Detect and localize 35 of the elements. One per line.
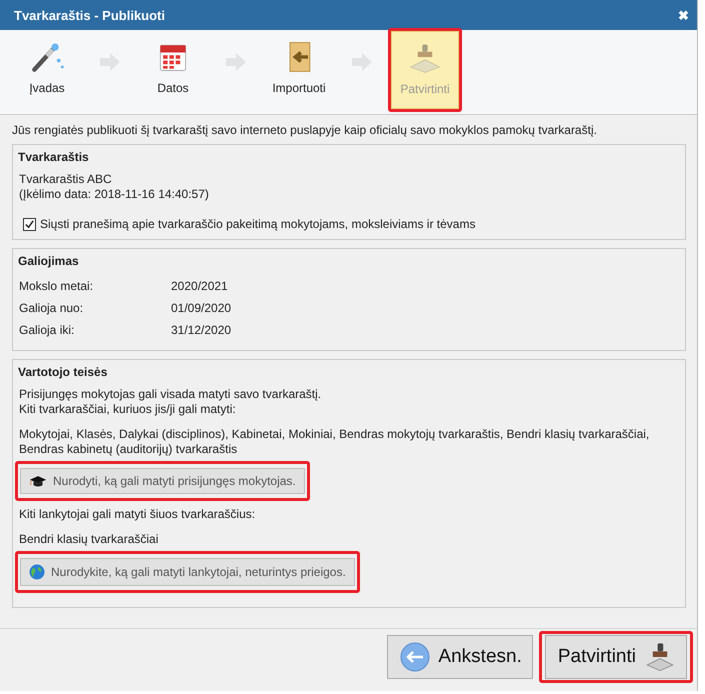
section-heading: Galiojimas [18, 254, 80, 268]
field-label: Galioja nuo: [19, 301, 84, 315]
section-heading: Tvarkaraštis [18, 150, 90, 164]
info-text: Prisijungęs mokytojas gali visada matyti savo tvarkaraštį. [19, 387, 322, 402]
step-label: Importuoti [272, 81, 326, 95]
step-label: Patvirtinti [400, 82, 450, 96]
stamp-icon [644, 641, 676, 673]
graduation-cap-icon [29, 474, 47, 488]
section-heading: Vartotojo teisės [18, 365, 108, 379]
step-label: Įvadas [29, 81, 65, 95]
step-label: Datos [157, 81, 189, 95]
permissions-button[interactable]: Nurodyti, ką gali matyti prisijungęs mokytojas. [20, 468, 305, 494]
globe-icon [29, 564, 45, 580]
info-text: Mokytojai, Klasės, Dalykai (disciplinos), Kabinetai, Mokiniai, Bendras mokytojų tvarkaraštis, Bendri klasių tvarkaraščiai, Bendras kabinetų (auditorijų) tvarkaraštis [19, 427, 650, 457]
schedule-name: Tvarkaraštis ABC [18, 172, 113, 187]
confirm-button[interactable]: Patvirtinti [544, 635, 687, 679]
field-value: 31/12/2020 [171, 323, 232, 337]
wizard-step[interactable]: Importuoti [265, 31, 333, 109]
field-label: Mokslo metai: [19, 279, 94, 293]
info-text: Kiti lankytojai gali matyti šiuos tvarkaraščius: [19, 507, 256, 522]
wizard-step[interactable]: Datos [139, 31, 207, 109]
close-button[interactable]: ✖ [678, 8, 689, 22]
permissions-button[interactable]: Nurodykite, ką gali matyti lankytojai, neturintys prieigos. [20, 558, 355, 586]
checkbox-label: Siųsti pranešimą apie tvarkaraščio pakeitimą mokytojams, moksleiviams ir tėvams [40, 217, 476, 231]
intro-text: Jūs rengiatės publikuoti šį tvarkaraštį savo interneto puslapyje kaip oficialų savo mokyklos pamokų tvarkaraštį. [12, 123, 598, 137]
wizard-step[interactable]: Įvadas [13, 31, 81, 109]
field-value: 2020/2021 [171, 279, 228, 293]
info-text: Kiti tvarkaraščiai, kuriuos jis/ji gali matyti: [19, 402, 237, 417]
field-value: 01/09/2020 [171, 301, 232, 315]
checkbox[interactable] [23, 218, 36, 230]
window-title: Tvarkaraštis - Publikuoti [14, 8, 165, 22]
info-text: Bendri klasių tvarkaraščiai [19, 532, 160, 547]
field-label: Galioja iki: [19, 323, 76, 337]
upload-date: (Įkėlimo data: 2018-11-16 14:40:57) [18, 187, 210, 202]
back-button[interactable]: Ankstesn. [387, 635, 533, 679]
